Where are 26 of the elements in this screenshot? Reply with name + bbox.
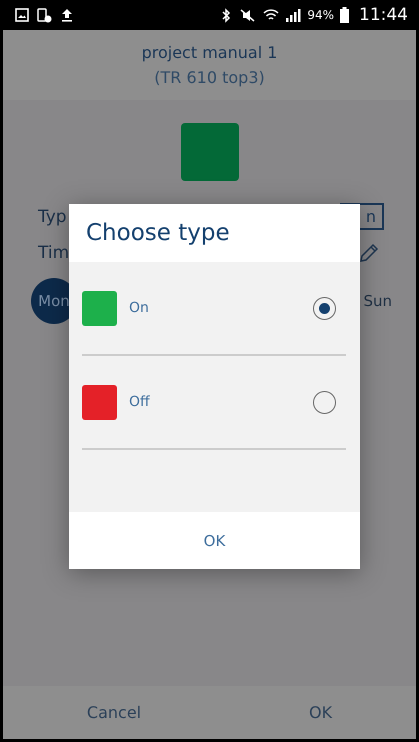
battery-percentage: 94%: [307, 8, 334, 22]
type-color-swatch: [180, 123, 238, 181]
dialog-ok-button[interactable]: OK: [69, 512, 360, 569]
bluetooth-icon: [221, 8, 232, 22]
option-label: Off: [129, 394, 151, 410]
type-option[interactable]: On: [82, 262, 346, 356]
pencil-icon[interactable]: [358, 242, 380, 264]
upload-icon: [61, 8, 73, 22]
image-icon: [15, 8, 29, 22]
time-label: Tim: [38, 243, 70, 263]
dialog-title: Choose type: [85, 219, 231, 248]
option-label: On: [129, 300, 150, 316]
phone-clock-icon: [37, 8, 53, 22]
wifi-icon: [263, 8, 280, 22]
radio-button[interactable]: [313, 296, 336, 320]
radio-button[interactable]: [313, 390, 336, 414]
battery-icon: [340, 7, 349, 23]
signal-icon: [285, 8, 302, 22]
cancel-button[interactable]: Cancel: [76, 697, 152, 728]
type-label: Typ: [38, 206, 67, 226]
ok-button[interactable]: OK: [298, 697, 342, 728]
weekday-toggle[interactable]: Sun: [363, 278, 392, 324]
clock-time: 11:44: [359, 5, 408, 25]
project-title: project manual 1: [142, 43, 278, 62]
project-subtitle: (TR 610 top3): [154, 68, 265, 87]
type-option[interactable]: Off: [82, 356, 346, 450]
